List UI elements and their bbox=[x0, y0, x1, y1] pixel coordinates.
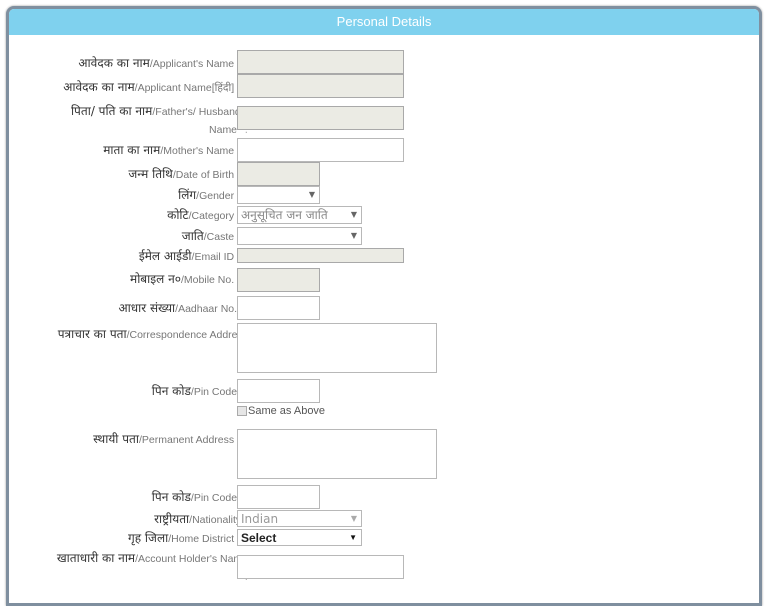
label-correspondence-address: पत्राचार का पता/Correspondence Address *… bbox=[58, 326, 248, 362]
aadhaar-input[interactable] bbox=[237, 296, 320, 320]
mother-name-input[interactable] bbox=[237, 138, 404, 162]
label-dob: जन्म तिथि/Date of Birth * : bbox=[128, 167, 248, 183]
pin-code-2-input[interactable] bbox=[237, 485, 320, 509]
label-en: /Account Holder's Name bbox=[135, 553, 248, 565]
label-hi: आधार संख्या bbox=[118, 301, 176, 315]
label-father-husband-name: पिता/ पति का नाम/Father's/ Husband's Nam… bbox=[71, 103, 248, 139]
label-en: /Father's/ Husband's bbox=[152, 106, 248, 118]
label-hi: पिता/ पति का नाम bbox=[70, 104, 153, 118]
label-en: /Mobile No. * bbox=[181, 274, 242, 286]
label-home-district: गृह जिला/Home District * : bbox=[128, 531, 248, 547]
nationality-selected-value: Indian bbox=[241, 512, 279, 526]
label-hi: ईमेल आईडी bbox=[138, 249, 192, 263]
label-en: /Permanent Address * bbox=[138, 434, 242, 446]
label-en: /Pin Code* bbox=[190, 492, 242, 504]
pin-code-1-input[interactable] bbox=[237, 379, 320, 403]
applicant-name-input[interactable] bbox=[237, 50, 404, 74]
label-account-holder-name: खाताधारी का नाम/Account Holder's Name * … bbox=[57, 550, 248, 586]
label-en: /Aadhaar No.* bbox=[175, 303, 242, 315]
label-applicant-name: आवेदक का नाम/Applicant's Name * : bbox=[78, 56, 248, 72]
label-mother-name: माता का नाम/Mother's Name * : bbox=[103, 143, 248, 159]
mobile-input[interactable] bbox=[237, 268, 320, 292]
label-pin-code-1: पिन कोड/Pin Code* : bbox=[152, 384, 248, 400]
label-aadhaar: आधार संख्या/Aadhaar No.* : bbox=[118, 301, 248, 317]
gender-select[interactable]: ▼ bbox=[237, 186, 320, 204]
chevron-down-icon: ▼ bbox=[349, 533, 357, 542]
label-category: कोटि/Category * : bbox=[167, 208, 248, 224]
label-en: /Category * bbox=[188, 210, 242, 222]
label-permanent-address: स्थायी पता/Permanent Address * : bbox=[93, 432, 248, 448]
label-en: /Nationality bbox=[189, 514, 242, 526]
label-hi: पिन कोड bbox=[151, 384, 191, 398]
label-nationality: राष्ट्रीयता/Nationality : bbox=[154, 512, 248, 528]
label-hi: खाताधारी का नाम bbox=[56, 551, 136, 565]
label-hi: मोबाइल न० bbox=[130, 272, 182, 286]
label-applicant-name-hindi: आवेदक का नाम/Applicant Name[हिंदी] * : bbox=[63, 80, 248, 96]
label-hi: पिन कोड bbox=[151, 490, 191, 504]
label-en: /Gender * bbox=[196, 190, 242, 202]
label-hi: माता का नाम bbox=[103, 143, 161, 157]
label-en: /Pin Code* bbox=[190, 386, 242, 398]
label-en: /Email ID * bbox=[191, 251, 242, 263]
label-hi: पत्राचार का पता bbox=[57, 327, 127, 341]
label-hi: कोटि bbox=[167, 208, 189, 222]
caste-select[interactable]: ▼ bbox=[237, 227, 362, 245]
label-en: /Date of Birth * bbox=[172, 169, 242, 181]
label-en: /Correspondence Address bbox=[126, 329, 248, 341]
same-as-above-row[interactable]: Same as Above bbox=[237, 405, 325, 417]
same-as-above-label: Same as Above bbox=[248, 405, 326, 417]
label-en: /Home District * bbox=[168, 533, 242, 545]
label-hi: राष्ट्रीयता bbox=[154, 512, 190, 526]
label-email: ईमेल आईडी/Email ID * : bbox=[139, 249, 248, 265]
email-input[interactable] bbox=[237, 248, 404, 263]
same-as-above-checkbox[interactable] bbox=[237, 406, 247, 417]
label-hi: आवेदक का नाम bbox=[63, 80, 135, 94]
account-holder-name-input[interactable] bbox=[237, 555, 404, 579]
label-mobile: मोबाइल न०/Mobile No. * : bbox=[130, 272, 248, 288]
label-en: /Mother's Name * bbox=[160, 145, 242, 157]
label-en: /Applicant Name[हिंदी] * bbox=[134, 82, 242, 94]
correspondence-address-textarea[interactable] bbox=[237, 323, 437, 373]
label-hi: गृह जिला bbox=[127, 531, 169, 545]
applicant-name-hindi-input[interactable] bbox=[237, 74, 404, 98]
label-hi: लिंग bbox=[178, 188, 197, 202]
chevron-down-icon: ▼ bbox=[350, 231, 357, 240]
chevron-down-icon: ▼ bbox=[350, 514, 357, 523]
dob-input[interactable] bbox=[237, 162, 320, 186]
label-hi: स्थायी पता bbox=[93, 432, 139, 446]
panel-title: Personal Details bbox=[9, 9, 759, 35]
category-select[interactable]: अनुसूचित जन जाति ▼ bbox=[237, 206, 362, 224]
category-selected-value: अनुसूचित जन जाति bbox=[241, 208, 328, 222]
home-district-select[interactable]: Select ▼ bbox=[237, 529, 362, 546]
label-hi: जन्म तिथि bbox=[128, 167, 173, 181]
label-hi: जाति bbox=[181, 229, 204, 243]
home-district-selected-value: Select bbox=[241, 531, 277, 545]
label-en: /Applicant's Name * bbox=[149, 58, 242, 70]
permanent-address-textarea[interactable] bbox=[237, 429, 437, 479]
father-husband-name-input[interactable] bbox=[237, 106, 404, 130]
label-en: /Caste * bbox=[203, 231, 242, 243]
label-pin-code-2: पिन कोड/Pin Code* : bbox=[152, 490, 248, 506]
nationality-select[interactable]: Indian ▼ bbox=[237, 510, 362, 527]
chevron-down-icon: ▼ bbox=[308, 190, 315, 199]
chevron-down-icon: ▼ bbox=[350, 210, 357, 219]
label-hi: आवेदक का नाम bbox=[78, 56, 150, 70]
